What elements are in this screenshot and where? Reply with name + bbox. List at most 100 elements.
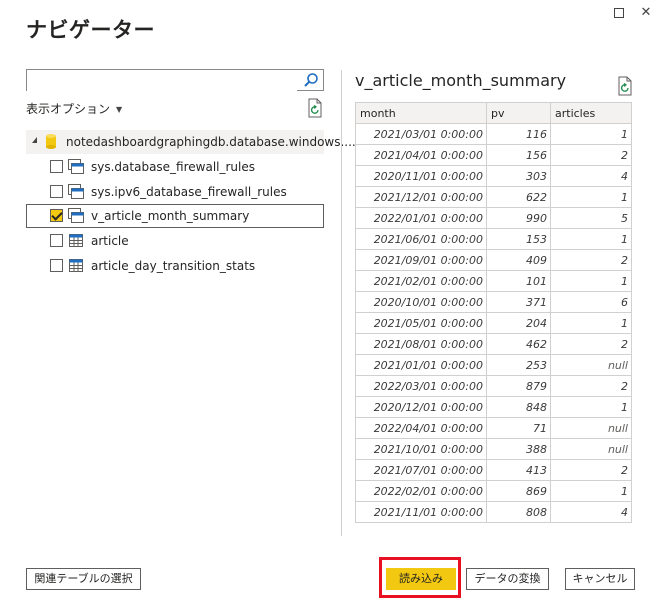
table-cell: 808 — [486, 501, 551, 523]
table-cell: 462 — [486, 333, 551, 355]
column-header[interactable]: articles — [550, 102, 632, 124]
database-node[interactable]: notedashboardgraphingdb.database.windows… — [26, 130, 356, 154]
table-row: 2021/10/01 0:00:00 388 null — [355, 438, 632, 460]
maximize-icon — [614, 8, 624, 18]
table-cell: 2022/01/01 0:00:00 — [355, 207, 487, 229]
table-row: 2022/03/01 0:00:00 879 2 — [355, 375, 632, 397]
tree-item-article-day-transition-stats[interactable]: article_day_transition_stats — [26, 254, 324, 278]
table-cell: 2021/09/01 0:00:00 — [355, 249, 487, 271]
view-icon — [68, 184, 84, 199]
dialog-title: ナビゲーター — [26, 18, 155, 42]
search-icon[interactable] — [303, 72, 319, 88]
tree-item-sys-database-firewall-rules[interactable]: sys.database_firewall_rules — [26, 155, 324, 179]
column-header[interactable]: pv — [486, 102, 551, 124]
table-cell: 4 — [550, 165, 632, 187]
table-cell: 2020/10/01 0:00:00 — [355, 291, 487, 313]
table-cell: 1 — [550, 396, 632, 418]
maximize-button[interactable] — [610, 4, 628, 22]
refresh-preview-icon[interactable] — [616, 76, 634, 96]
table-cell: 2021/06/01 0:00:00 — [355, 228, 487, 250]
table-cell: 1 — [550, 228, 632, 250]
table-cell: 303 — [486, 165, 551, 187]
table-cell: 2021/03/01 0:00:00 — [355, 123, 487, 145]
table-cell: 116 — [486, 123, 551, 145]
table-row: 2021/04/01 0:00:00 156 2 — [355, 144, 632, 166]
item-checkbox[interactable] — [50, 160, 63, 173]
preview-title: v_article_month_summary — [355, 71, 567, 90]
transform-data-button[interactable]: データの変換 — [466, 568, 549, 590]
table-row: 2021/02/01 0:00:00 101 1 — [355, 270, 632, 292]
table-cell: 2021/05/01 0:00:00 — [355, 312, 487, 334]
close-icon: ✕ — [640, 5, 652, 20]
table-cell: 2021/10/01 0:00:00 — [355, 438, 487, 460]
table-row: 2021/03/01 0:00:00 116 1 — [355, 123, 632, 145]
chevron-down-icon: ▼ — [116, 105, 123, 114]
refresh-icon[interactable] — [306, 98, 324, 118]
table-cell: 371 — [486, 291, 551, 313]
table-cell: 2 — [550, 249, 632, 271]
table-row: 2021/09/01 0:00:00 409 2 — [355, 249, 632, 271]
item-checkbox-checked[interactable] — [50, 209, 63, 222]
select-related-tables-button[interactable]: 関連テーブルの選択 — [26, 568, 141, 590]
table-row: 2020/10/01 0:00:00 371 6 — [355, 291, 632, 313]
item-checkbox[interactable] — [50, 259, 63, 272]
table-cell: null — [550, 354, 632, 376]
table-row: 2022/01/01 0:00:00 990 5 — [355, 207, 632, 229]
table-row: 2021/05/01 0:00:00 204 1 — [355, 312, 632, 334]
table-cell: 2 — [550, 333, 632, 355]
table-row: 2021/06/01 0:00:00 153 1 — [355, 228, 632, 250]
table-cell: 2022/04/01 0:00:00 — [355, 417, 487, 439]
view-icon — [68, 159, 84, 174]
table-cell: 6 — [550, 291, 632, 313]
table-cell: 153 — [486, 228, 551, 250]
table-cell: 388 — [486, 438, 551, 460]
search-input[interactable] — [27, 71, 297, 91]
table-cell: 2021/07/01 0:00:00 — [355, 459, 487, 481]
table-cell: null — [550, 438, 632, 460]
table-cell: 71 — [486, 417, 551, 439]
search-box — [26, 69, 324, 91]
table-cell: 2022/03/01 0:00:00 — [355, 375, 487, 397]
table-cell: 1 — [550, 480, 632, 502]
table-row: 2021/01/01 0:00:00 253 null — [355, 354, 632, 376]
table-cell: 2021/04/01 0:00:00 — [355, 144, 487, 166]
tree-item-v-article-month-summary[interactable]: v_article_month_summary — [26, 204, 324, 228]
table-row: 2022/04/01 0:00:00 71 null — [355, 417, 632, 439]
pane-divider[interactable] — [341, 70, 342, 536]
table-cell: 156 — [486, 144, 551, 166]
cancel-button[interactable]: キャンセル — [565, 568, 635, 590]
display-options-label: 表示オプション — [26, 102, 111, 116]
load-button[interactable]: 読み込み — [386, 568, 456, 590]
item-checkbox[interactable] — [50, 185, 63, 198]
table-cell: 1 — [550, 270, 632, 292]
table-row: 2020/12/01 0:00:00 848 1 — [355, 396, 632, 418]
database-icon — [46, 134, 56, 149]
table-cell: 879 — [486, 375, 551, 397]
table-cell: 4 — [550, 501, 632, 523]
close-button[interactable]: ✕ — [637, 4, 655, 22]
table-cell: 2020/11/01 0:00:00 — [355, 165, 487, 187]
table-cell: 2021/11/01 0:00:00 — [355, 501, 487, 523]
table-row: 2021/07/01 0:00:00 413 2 — [355, 459, 632, 481]
display-options-dropdown[interactable]: 表示オプション ▼ — [26, 100, 122, 117]
table-icon — [69, 234, 83, 247]
table-row: 2020/11/01 0:00:00 303 4 — [355, 165, 632, 187]
table-icon — [69, 259, 83, 272]
column-header[interactable]: month — [355, 102, 487, 124]
item-checkbox[interactable] — [50, 234, 63, 247]
tree-item-label: article — [91, 234, 129, 248]
table-row: 2021/12/01 0:00:00 622 1 — [355, 186, 632, 208]
table-cell: 204 — [486, 312, 551, 334]
preview-table: month pv articles 2021/03/01 0:00:00 116 1… — [355, 102, 632, 523]
table-cell: 1 — [550, 312, 632, 334]
table-cell: 2 — [550, 459, 632, 481]
table-cell: 1 — [550, 186, 632, 208]
table-cell: 1 — [550, 123, 632, 145]
tree-item-sys-ipv6-database-firewall-rules[interactable]: sys.ipv6_database_firewall_rules — [26, 180, 324, 204]
table-cell: 622 — [486, 186, 551, 208]
expand-arrow-icon[interactable] — [32, 137, 37, 143]
tree-item-article[interactable]: article — [26, 229, 324, 253]
tree-item-label: sys.ipv6_database_firewall_rules — [91, 185, 287, 199]
table-cell: 2022/02/01 0:00:00 — [355, 480, 487, 502]
table-cell: 413 — [486, 459, 551, 481]
